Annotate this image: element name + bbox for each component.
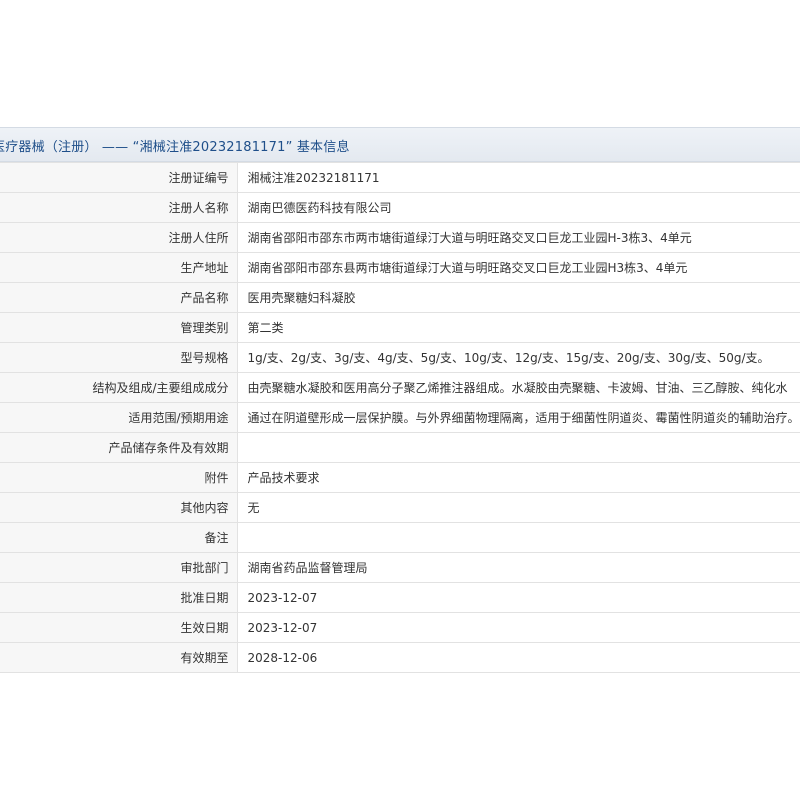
field-label: 适用范围/预期用途	[0, 402, 238, 433]
field-value: 湖南省邵阳市邵东县两市塘街道绿汀大道与明旺路交叉口巨龙工业园H3栋3、4单元	[237, 252, 800, 283]
table-row: 有效期至 2028-12-06	[0, 642, 800, 673]
field-label: 审批部门	[0, 552, 238, 583]
field-label: 有效期至	[0, 642, 238, 673]
field-value: 湖南省药品监督管理局	[237, 552, 800, 583]
table-row: 其他内容无	[0, 492, 800, 523]
registration-info-table: 注册证编号 湘械注准20232181171 注册人名称 湖南巴德医药科技有限公司 注…	[0, 162, 800, 673]
field-value: 1g/支、2g/支、3g/支、4g/支、5g/支、10g/支、12g/支、15g…	[237, 342, 800, 373]
field-label: 结构及组成/主要组成成分	[0, 372, 238, 403]
field-value: 无	[237, 492, 800, 523]
field-value: 由壳聚糖水凝胶和医用高分子聚乙烯推注器组成。水凝胶由壳聚糖、卡波姆、甘油、三乙醇…	[237, 372, 800, 403]
field-value: 湖南巴德医药科技有限公司	[237, 192, 800, 223]
field-label: 生效日期	[0, 612, 238, 643]
table-row: 注册证编号 湘械注准20232181171	[0, 162, 800, 193]
field-value: 2028-12-06	[237, 642, 800, 673]
table-row: 产品名称 医用壳聚糖妇科凝胶	[0, 282, 800, 313]
field-label: 产品储存条件及有效期	[0, 432, 238, 463]
field-value: 产品技术要求	[237, 462, 800, 493]
registration-info-panel: 医疗器械（注册） —— “湘械注准20232181171” 基本信息 注册证编号…	[0, 127, 800, 673]
table-row: 适用范围/预期用途 通过在阴道壁形成一层保护膜。与外界细菌物理隔离，适用于细菌性阴…	[0, 402, 800, 433]
field-label: 注册人住所	[0, 222, 238, 253]
field-value: 2023-12-07	[237, 612, 800, 643]
field-value	[237, 522, 800, 553]
field-label: 批准日期	[0, 582, 238, 613]
field-label: 其他内容	[0, 492, 238, 523]
field-value: 医用壳聚糖妇科凝胶	[237, 282, 800, 313]
field-label: 备注	[0, 522, 238, 553]
table-row: 批准日期 2023-12-07	[0, 582, 800, 613]
field-value: 通过在阴道壁形成一层保护膜。与外界细菌物理隔离，适用于细菌性阴道炎、霉菌性阴道炎…	[237, 402, 800, 433]
field-label: 注册证编号	[0, 162, 238, 193]
table-row: 附件 产品技术要求	[0, 462, 800, 493]
table-row: 生产地址 湖南省邵阳市邵东县两市塘街道绿汀大道与明旺路交叉口巨龙工业园H3栋3、4…	[0, 252, 800, 283]
field-label: 生产地址	[0, 252, 238, 283]
field-value	[237, 432, 800, 463]
field-label: 产品名称	[0, 282, 238, 313]
table-row: 注册人住所 湖南省邵阳市邵东市两市塘街道绿汀大道与明旺路交叉口巨龙工业园H-3栋3…	[0, 222, 800, 253]
field-value: 湖南省邵阳市邵东市两市塘街道绿汀大道与明旺路交叉口巨龙工业园H-3栋3、4单元	[237, 222, 800, 253]
table-row: 审批部门 湖南省药品监督管理局	[0, 552, 800, 583]
field-label: 型号规格	[0, 342, 238, 373]
table-row: 产品储存条件及有效期	[0, 432, 800, 463]
table-row: 管理类别 第二类	[0, 312, 800, 343]
field-label: 附件	[0, 462, 238, 493]
panel-title: 医疗器械（注册） —— “湘械注准20232181171” 基本信息	[0, 140, 350, 155]
field-value: 第二类	[237, 312, 800, 343]
table-row: 型号规格 1g/支、2g/支、3g/支、4g/支、5g/支、10g/支、12g/支…	[0, 342, 800, 373]
field-value: 湘械注准20232181171	[237, 162, 800, 193]
field-label: 注册人名称	[0, 192, 238, 223]
field-label: 管理类别	[0, 312, 238, 343]
panel-header: 医疗器械（注册） —— “湘械注准20232181171” 基本信息	[0, 127, 800, 162]
table-row: 注册人名称 湖南巴德医药科技有限公司	[0, 192, 800, 223]
table-row: 生效日期 2023-12-07	[0, 612, 800, 643]
table-row: 结构及组成/主要组成成分 由壳聚糖水凝胶和医用高分子聚乙烯推注器组成。水凝胶由壳聚…	[0, 372, 800, 403]
table-row: 备注	[0, 522, 800, 553]
field-value: 2023-12-07	[237, 582, 800, 613]
